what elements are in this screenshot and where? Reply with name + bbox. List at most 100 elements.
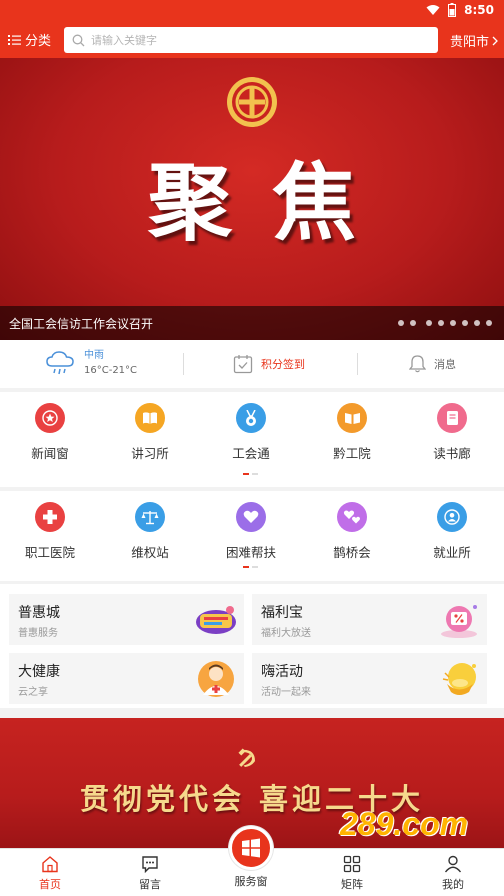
- grid-item-label: 职工医院: [24, 545, 75, 560]
- tab-label: 首页: [39, 878, 61, 891]
- grid-item-label: 新闻窗: [31, 446, 69, 461]
- carousel-dot[interactable]: [474, 320, 480, 326]
- message-label: 消息: [434, 357, 456, 371]
- tab-home[interactable]: 首页: [0, 855, 100, 892]
- grid-item-lecture[interactable]: 讲习所: [100, 403, 200, 462]
- service-window-label: 服务窗: [234, 875, 268, 888]
- tab-message[interactable]: 留言: [100, 855, 200, 892]
- bell-icon: [409, 355, 426, 373]
- grid-item-matchmaking[interactable]: 鹊桥会: [302, 502, 402, 561]
- carousel-dot[interactable]: [398, 320, 404, 326]
- status-bar: 8:50: [0, 0, 504, 22]
- feature-grid-1: 新闻窗 讲习所 工会通 黔工院 读书廊: [0, 392, 504, 487]
- discount-gift-image: [441, 605, 477, 638]
- medical-cross-icon: [35, 502, 65, 532]
- info-bar: 中雨 16°C-21°C 积分签到 消息: [0, 340, 504, 388]
- carousel-dot[interactable]: [486, 320, 492, 326]
- service-card-activity[interactable]: 嗨活动 活动一起来: [252, 653, 487, 704]
- grid-item-label: 读书廊: [433, 446, 471, 461]
- medal-icon: [236, 403, 266, 433]
- home-icon: [42, 856, 58, 873]
- service-cards: 普惠城 普惠服务 福利宝 福利大放送 大健康 云之享 嗨活动 活动一起来: [0, 584, 504, 708]
- grid-icon: [343, 855, 361, 873]
- shopping-promo-image: [196, 606, 236, 634]
- search-box[interactable]: [64, 27, 438, 53]
- carousel-dot[interactable]: [426, 320, 432, 326]
- banner-caption-text: 全国工会信访工作会议召开: [9, 316, 154, 331]
- checkin-label: 积分签到: [261, 358, 305, 371]
- heart-icon: [236, 502, 266, 532]
- weather-text: 中雨 16°C-21°C: [84, 348, 137, 378]
- divider: [357, 353, 358, 375]
- grid-item-assistance[interactable]: 困难帮扶: [201, 502, 301, 561]
- service-card-subtitle: 活动一起来: [261, 687, 311, 698]
- city-label: 贵阳市: [449, 35, 489, 50]
- grid-item-label: 工会通: [232, 446, 270, 461]
- message-button[interactable]: 消息: [409, 354, 456, 373]
- top-header: 分类 贵阳市: [0, 22, 504, 58]
- user-icon: [444, 855, 462, 873]
- feature-grid-2: 职工医院 维权站 困难帮扶 鹊桥会 就业所: [0, 491, 504, 581]
- search-input[interactable]: [91, 33, 421, 47]
- banner-caption: 全国工会信访工作会议召开: [0, 306, 504, 340]
- grid-item-employment[interactable]: 就业所: [402, 502, 502, 561]
- grid-item-rights[interactable]: 维权站: [100, 502, 200, 561]
- service-card-title: 嗨活动: [261, 664, 303, 680]
- wifi-icon: [426, 5, 440, 15]
- tab-matrix[interactable]: 矩阵: [302, 855, 402, 892]
- doctor-image: [198, 661, 234, 697]
- search-icon: [72, 34, 85, 46]
- service-card-fulibao[interactable]: 福利宝 福利大放送: [252, 594, 487, 645]
- grid-item-hospital[interactable]: 职工医院: [0, 502, 100, 561]
- weather-temp: 16°C-21°C: [84, 365, 138, 376]
- battery-icon: [448, 3, 457, 17]
- app-screen: 8:50 分类 贵阳市 聚焦 全国工会信访工作会议召开: [0, 0, 504, 896]
- grid-item-academy[interactable]: 黔工院: [302, 403, 402, 462]
- grid-item-label: 就业所: [433, 545, 471, 560]
- city-selector[interactable]: 贵阳市: [450, 31, 498, 50]
- carousel-dots[interactable]: [398, 320, 492, 326]
- grid-item-union[interactable]: 工会通: [201, 403, 301, 462]
- windows-icon: [242, 838, 260, 858]
- menu-list-icon: [8, 34, 21, 45]
- rain-cloud-icon: [46, 351, 74, 375]
- user-badge-icon: [437, 502, 467, 532]
- book-open-icon: [135, 403, 165, 433]
- status-icons: 8:50: [426, 3, 494, 17]
- category-label: 分类: [25, 34, 52, 49]
- union-emblem-icon: [227, 77, 277, 127]
- checkin-button[interactable]: 积分签到: [233, 354, 305, 374]
- carousel-dot[interactable]: [450, 320, 456, 326]
- service-card-title: 普惠城: [18, 605, 60, 621]
- grid-item-reading[interactable]: 读书廊: [402, 403, 502, 462]
- category-button[interactable]: 分类: [8, 30, 51, 49]
- gold-ingot-image: [442, 663, 476, 695]
- service-card-puhui[interactable]: 普惠城 普惠服务: [9, 594, 244, 645]
- tab-label: 矩阵: [341, 878, 363, 891]
- grid-item-label: 讲习所: [131, 446, 169, 461]
- comment-icon: [142, 856, 158, 873]
- hearts-icon: [337, 502, 367, 532]
- scales-icon: [135, 502, 165, 532]
- grid-page-indicator: [243, 473, 258, 475]
- service-card-health[interactable]: 大健康 云之享: [9, 653, 244, 704]
- weather-widget[interactable]: 中雨 16°C-21°C: [46, 348, 137, 378]
- hammer-sickle-icon: [238, 748, 255, 767]
- grid-item-news[interactable]: 新闻窗: [0, 403, 100, 462]
- service-window-button[interactable]: [229, 826, 273, 870]
- carousel-dot[interactable]: [410, 320, 416, 326]
- banner-headline-art: 聚焦: [147, 153, 396, 252]
- chevron-right-icon: [492, 36, 498, 45]
- tab-mine[interactable]: 我的: [403, 855, 503, 892]
- grid-item-label: 困难帮扶: [225, 545, 276, 560]
- carousel-dot[interactable]: [462, 320, 468, 326]
- divider: [183, 353, 184, 375]
- news-carousel[interactable]: 聚焦 全国工会信访工作会议召开: [0, 58, 504, 340]
- carousel-dot[interactable]: [438, 320, 444, 326]
- star-badge-icon: [35, 403, 65, 433]
- reading-book-icon: [437, 403, 467, 433]
- grid-page-indicator: [243, 566, 258, 568]
- tab-label: 我的: [442, 878, 464, 891]
- service-card-subtitle: 福利大放送: [261, 628, 311, 639]
- grid-item-label: 鹊桥会: [333, 545, 371, 560]
